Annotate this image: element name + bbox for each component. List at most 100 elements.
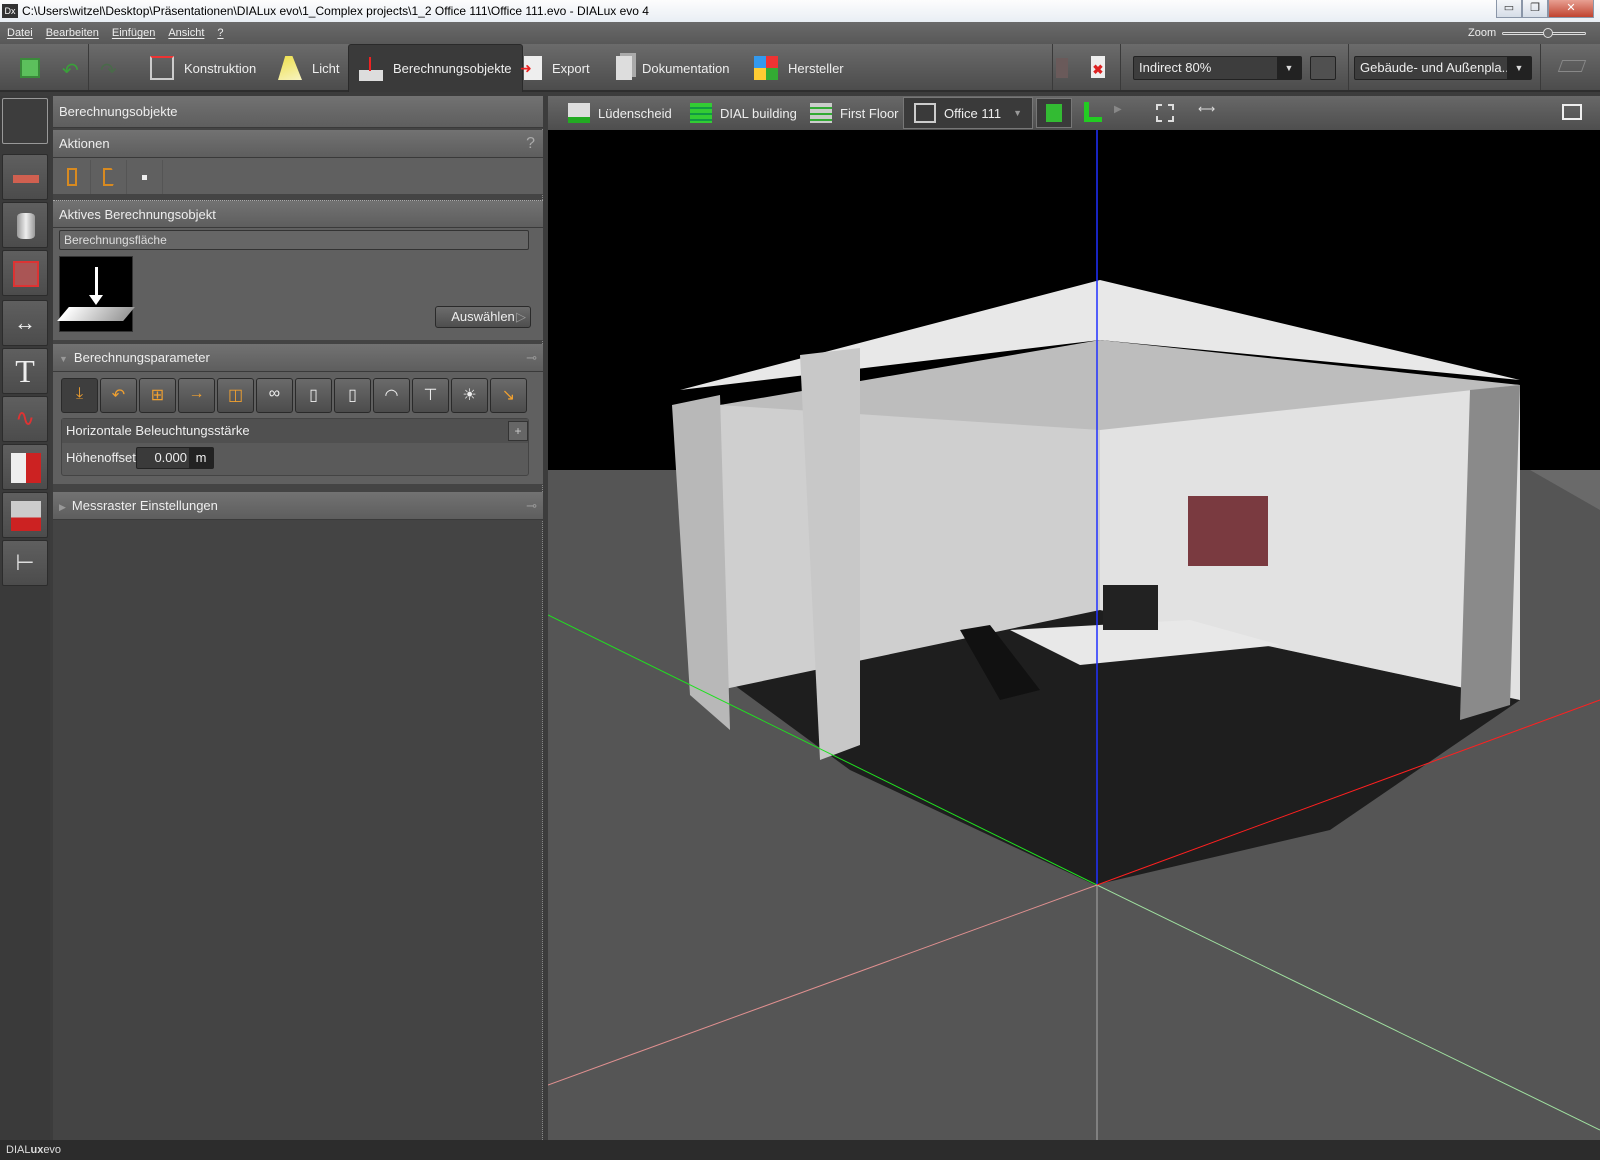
curve-tool-icon[interactable]: ∿ bbox=[2, 396, 48, 442]
horizontal-illuminance-icon: ⤓ bbox=[75, 385, 84, 402]
tab-dokumentation[interactable]: Dokumentation bbox=[616, 44, 729, 92]
breadcrumb-floor[interactable]: First Floor bbox=[810, 96, 899, 130]
select-button[interactable]: Auswählen ▷ bbox=[435, 306, 531, 328]
close-button[interactable]: ✕ bbox=[1548, 0, 1594, 18]
height-offset-label: Höhenoffset bbox=[66, 450, 136, 465]
visual-comfort-button[interactable]: ∞ bbox=[256, 378, 293, 413]
menu-datei[interactable]: Datei bbox=[7, 27, 33, 39]
glare-rating-icon: ◫ bbox=[227, 387, 244, 404]
color-grid-tool-icon[interactable] bbox=[2, 444, 48, 490]
params-header[interactable]: ▼ Berechnungsparameter ⊸ bbox=[53, 344, 543, 372]
pin-icon[interactable]: ⊸ bbox=[526, 344, 537, 372]
status-bar: DIALuxevo bbox=[0, 1140, 1600, 1160]
menu-bar: Datei Bearbeiten Einfügen Ansicht? Zoom bbox=[0, 22, 1600, 44]
chevron-down-icon: ▼ bbox=[1507, 57, 1531, 79]
hemispherical-illuminance-button[interactable]: ◠ bbox=[373, 378, 410, 413]
light-scene-select[interactable]: Indirect 80% ▼ bbox=[1133, 56, 1302, 80]
semi-cylindrical-illuminance-icon: ▯ bbox=[348, 387, 357, 404]
tab-berechnungsobjekte[interactable]: Berechnungsobjekte bbox=[348, 44, 523, 92]
3d-view-button[interactable] bbox=[1036, 98, 1072, 128]
hierarchy-tool-icon[interactable]: ⊢ bbox=[2, 540, 48, 586]
painting bbox=[1188, 496, 1268, 566]
camera-button[interactable]: ⊤ bbox=[412, 378, 449, 413]
restore-button[interactable]: ❐ bbox=[1522, 0, 1548, 18]
zoom-slider[interactable] bbox=[1502, 28, 1586, 38]
zoom-extents-icon[interactable] bbox=[1156, 104, 1174, 122]
visual-comfort-icon: ∞ bbox=[268, 385, 281, 402]
room-view-tool-icon[interactable] bbox=[2, 492, 48, 538]
tab-export[interactable]: ➜ Export bbox=[520, 44, 590, 92]
3d-viewport[interactable]: Lüdenscheid DIAL building First Floor Of… bbox=[548, 96, 1600, 1140]
param-type-label: Horizontale Beleuchtungsstärke bbox=[62, 419, 528, 443]
3d-scene[interactable] bbox=[548, 130, 1600, 1140]
zoom-slider-handle[interactable] bbox=[1543, 28, 1553, 38]
tab-licht[interactable]: Licht bbox=[278, 44, 339, 92]
panel-title: Berechnungsobjekte bbox=[53, 96, 543, 128]
room-box-tool-icon[interactable] bbox=[2, 250, 48, 296]
construction-box-icon bbox=[150, 56, 174, 80]
grid-illuminance-button[interactable]: ⊞ bbox=[139, 378, 176, 413]
hemispherical-illuminance-icon: ◠ bbox=[384, 387, 399, 404]
breadcrumb-room[interactable]: Office 111 ▼ bbox=[903, 97, 1034, 129]
room-icon bbox=[914, 103, 936, 123]
grid-settings-header[interactable]: ▶ Messraster Einstellungen ⊸ bbox=[53, 492, 543, 520]
chevron-down-icon: ▼ bbox=[59, 354, 68, 364]
breadcrumb-site[interactable]: Lüdenscheid bbox=[568, 96, 672, 130]
rectangle-calc-surface-button[interactable] bbox=[55, 160, 91, 194]
undo-icon[interactable]: ↶ bbox=[62, 58, 79, 83]
help-icon[interactable]: ? bbox=[526, 130, 535, 158]
breadcrumb-building[interactable]: DIAL building bbox=[690, 96, 797, 130]
start-calculation-icon[interactable] bbox=[1056, 58, 1068, 78]
chevron-right-icon: ▶ bbox=[59, 502, 66, 512]
cylindrical-illuminance-button[interactable]: ▯ bbox=[295, 378, 332, 413]
view-mode-select[interactable]: Gebäude- und Außenpla... ▼ bbox=[1354, 56, 1532, 80]
menu-einfuegen[interactable]: Einfügen bbox=[112, 27, 155, 39]
chevron-right-icon: ▷ bbox=[516, 309, 526, 324]
fullscreen-monitor-icon[interactable] bbox=[1562, 104, 1582, 120]
vertical-illuminance-button[interactable]: ↶ bbox=[100, 378, 137, 413]
semi-cylindrical-illuminance-button[interactable]: ▯ bbox=[334, 378, 371, 413]
calc-object-name-field[interactable]: Berechnungsfläche bbox=[59, 230, 529, 250]
add-icon[interactable]: + bbox=[508, 421, 528, 441]
inclined-illuminance-button[interactable]: ↘ bbox=[490, 378, 527, 413]
tab-hersteller[interactable]: Hersteller bbox=[754, 44, 844, 92]
unit-label: m bbox=[189, 448, 213, 468]
floor-plan-view-button[interactable] bbox=[1084, 102, 1102, 122]
daylight-button[interactable]: ☀ bbox=[451, 378, 488, 413]
monitor bbox=[1103, 585, 1158, 630]
glare-rating-button[interactable]: ◫ bbox=[217, 378, 254, 413]
menu-ansicht[interactable]: Ansicht bbox=[168, 27, 204, 39]
app-logo: Dx bbox=[2, 4, 18, 18]
monitor-settings-icon[interactable] bbox=[1310, 56, 1336, 80]
cancel-calculation-icon[interactable]: ✖ bbox=[1091, 56, 1105, 78]
documents-icon bbox=[616, 56, 632, 80]
save-icon[interactable] bbox=[20, 58, 40, 78]
floor-icon bbox=[810, 103, 832, 123]
actions-header: Aktionen? bbox=[53, 130, 543, 158]
cylinder-tool-icon[interactable] bbox=[2, 202, 48, 248]
title-bar: Dx C:\Users\witzel\Desktop\Präsentatione… bbox=[0, 0, 1600, 22]
horizontal-illuminance-button[interactable]: ⤓ bbox=[61, 378, 98, 413]
daylight-icon: ☀ bbox=[462, 387, 477, 404]
brand-logo: DIALuxevo bbox=[6, 1144, 62, 1156]
active-object-section: Berechnungsfläche Auswählen ▷ bbox=[53, 228, 543, 340]
calc-objects-tool-icon[interactable] bbox=[2, 98, 48, 144]
actions-toolbar bbox=[53, 158, 543, 194]
menu-bearbeiten[interactable]: Bearbeiten bbox=[46, 27, 99, 39]
minimize-button[interactable]: ▭ bbox=[1496, 0, 1522, 18]
text-tool-icon[interactable]: T bbox=[2, 348, 48, 394]
measure-tool-icon[interactable]: ↔ bbox=[2, 300, 48, 346]
height-offset-input[interactable]: 0.000 m bbox=[136, 447, 214, 469]
pin-icon[interactable]: ⊸ bbox=[526, 492, 537, 520]
redo-icon[interactable]: ↷ bbox=[100, 58, 117, 83]
menu-help[interactable]: ? bbox=[217, 27, 223, 39]
vertical-illuminance-icon: ↶ bbox=[111, 387, 126, 404]
polygon-calc-surface-button[interactable] bbox=[91, 160, 127, 194]
keyboard-icon[interactable] bbox=[1557, 60, 1587, 72]
param-group: Horizontale Beleuchtungsstärke + Höhenof… bbox=[61, 418, 529, 476]
measure-dimension-icon[interactable]: ⟷ bbox=[1198, 102, 1215, 116]
calc-point-button[interactable] bbox=[127, 160, 163, 194]
table-surface-tool-icon[interactable] bbox=[2, 154, 48, 200]
perpendicular-illuminance-button[interactable]: → bbox=[178, 378, 215, 413]
tab-konstruktion[interactable]: Konstruktion bbox=[150, 44, 256, 92]
